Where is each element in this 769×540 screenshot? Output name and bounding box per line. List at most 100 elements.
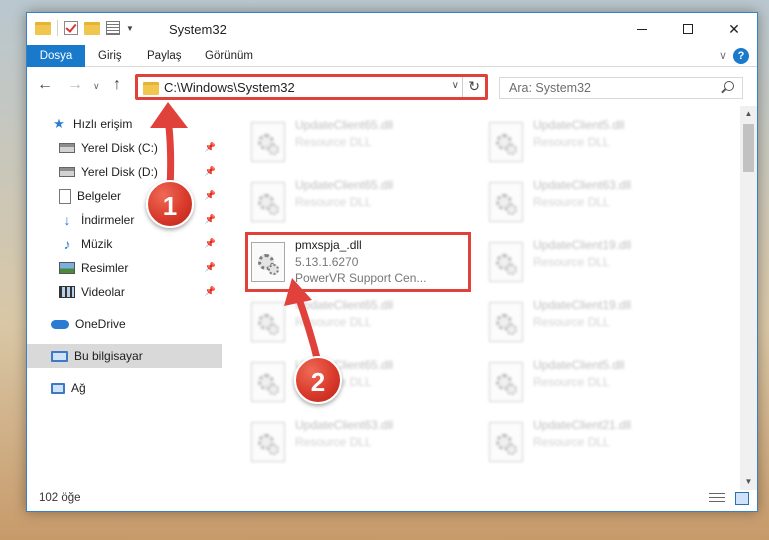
window-title: System32 [169, 22, 227, 37]
new-folder-icon[interactable] [84, 21, 100, 35]
file-item[interactable]: UpdateClient65.dll Resource DLL [247, 294, 473, 350]
up-arrow-icon[interactable]: ↑ [113, 76, 121, 94]
sidebar-item-pictures[interactable]: Resimler 📌 [59, 256, 222, 280]
navigation-pane: ★ Hızlı erişim Yerel Disk (C:) 📌 Yerel D… [27, 106, 222, 490]
sidebar-item-label: Müzik [81, 237, 113, 251]
file-item[interactable]: UpdateClient19.dll Resource DLL [485, 294, 711, 350]
search-placeholder[interactable]: Ara: System32 [509, 81, 591, 95]
gear-icon [506, 204, 517, 215]
rename-icon[interactable] [106, 21, 120, 35]
sidebar-item-documents[interactable]: Belgeler 📌 [59, 184, 222, 208]
dll-file-icon [489, 182, 523, 222]
vertical-scrollbar[interactable]: ▲ ▼ [740, 106, 757, 490]
refresh-icon[interactable]: ↻ [468, 78, 480, 95]
sidebar-item-videos[interactable]: Videolar 📌 [59, 280, 222, 304]
sidebar-item-label: Hızlı erişim [73, 117, 133, 131]
file-type: Resource DLL [533, 315, 610, 329]
dll-file-icon [251, 182, 285, 222]
sidebar-item-disk-c[interactable]: Yerel Disk (C:) 📌 [59, 136, 222, 160]
recent-locations-chevron-icon[interactable]: ∨ [93, 81, 100, 92]
dll-file-icon [251, 302, 285, 342]
gear-icon [268, 144, 279, 155]
pin-icon[interactable]: 📌 [205, 286, 216, 297]
scroll-up-icon[interactable]: ▲ [740, 106, 757, 122]
tab-view[interactable]: Görünüm [205, 45, 253, 67]
dll-file-icon [489, 122, 523, 162]
dll-file-icon [489, 362, 523, 402]
gear-icon [506, 324, 517, 335]
file-item[interactable]: UpdateClient63.dll Resource DLL [485, 174, 711, 230]
sidebar-item-this-pc[interactable]: Bu bilgisayar [27, 344, 222, 368]
file-type: Resource DLL [295, 435, 372, 449]
file-type: Resource DLL [295, 135, 372, 149]
highlight-box [245, 232, 471, 292]
pin-icon[interactable]: 📌 [205, 214, 216, 225]
sidebar-item-label: Yerel Disk (D:) [81, 165, 158, 179]
sidebar-item-network[interactable]: Ağ [51, 376, 222, 400]
file-item[interactable]: UpdateClient5.dll Resource DLL [485, 354, 711, 410]
sidebar-item-label: Belgeler [77, 189, 122, 203]
forward-arrow-icon[interactable]: → [67, 76, 83, 94]
search-icon[interactable] [724, 81, 734, 91]
address-path[interactable]: C:\Windows\System32 [164, 80, 295, 95]
sidebar-item-downloads[interactable]: ↓ İndirmeler 📌 [59, 208, 222, 232]
step-2-badge: 2 [294, 356, 342, 404]
close-icon: ✕ [728, 20, 740, 37]
pin-icon[interactable]: 📌 [205, 166, 216, 177]
expand-ribbon-chevron-icon[interactable]: ∨ [719, 49, 727, 62]
computer-icon [51, 350, 68, 362]
file-item[interactable]: UpdateClient21.dll Resource DLL [485, 414, 711, 470]
minimize-button[interactable] [619, 13, 665, 45]
address-dropdown-chevron-icon[interactable]: ∨ [452, 80, 459, 91]
search-box[interactable]: Ara: System32 [499, 77, 743, 99]
dll-file-icon [489, 302, 523, 342]
sidebar-item-label: Videolar [81, 285, 125, 299]
file-type: Resource DLL [533, 255, 610, 269]
gear-icon [506, 444, 517, 455]
large-icons-view-icon[interactable] [735, 492, 749, 505]
explorer-window: ▼ System32 ✕ Dosya Giriş Paylaş Görünüm … [26, 12, 758, 512]
pictures-icon [59, 262, 75, 274]
music-icon: ♪ [63, 236, 71, 252]
minimize-icon [637, 28, 647, 30]
details-view-icon[interactable] [709, 493, 725, 505]
maximize-icon [683, 24, 693, 34]
file-item[interactable]: UpdateClient5.dll Resource DLL [485, 114, 711, 170]
pin-icon[interactable]: 📌 [205, 262, 216, 273]
tab-home[interactable]: Giriş [98, 45, 122, 67]
sidebar-item-onedrive[interactable]: OneDrive [51, 312, 222, 336]
dll-file-icon [251, 362, 285, 402]
file-type: Resource DLL [533, 135, 610, 149]
sidebar-item-label: Yerel Disk (C:) [81, 141, 158, 155]
sidebar-item-label: Bu bilgisayar [74, 349, 143, 363]
pin-icon[interactable]: 📌 [205, 190, 216, 201]
sidebar-item-label: Ağ [71, 381, 86, 395]
file-name: UpdateClient63.dll [295, 418, 394, 432]
sidebar-item-music[interactable]: ♪ Müzik 📌 [59, 232, 222, 256]
item-count: 102 öğe [39, 492, 81, 504]
help-icon[interactable]: ? [733, 48, 749, 64]
file-item[interactable]: UpdateClient19.dll Resource DLL [485, 234, 711, 290]
sidebar-item-disk-d[interactable]: Yerel Disk (D:) 📌 [59, 160, 222, 184]
pin-icon[interactable]: 📌 [205, 238, 216, 249]
tab-share[interactable]: Paylaş [147, 45, 182, 67]
gear-icon [268, 384, 279, 395]
file-item[interactable]: UpdateClient65.dll Resource DLL [247, 114, 473, 170]
dll-file-icon [489, 242, 523, 282]
address-bar[interactable]: C:\Windows\System32 ∨ ↻ [135, 74, 488, 100]
customize-toolbar-chevron-icon[interactable]: ▼ [126, 24, 134, 33]
scroll-thumb[interactable] [743, 124, 754, 172]
sidebar-item-quick-access[interactable]: ★ Hızlı erişim [51, 112, 222, 136]
file-item[interactable]: UpdateClient65.dll Resource DLL [247, 354, 473, 410]
close-button[interactable]: ✕ [711, 13, 757, 45]
properties-check-icon[interactable] [64, 21, 78, 35]
file-item[interactable]: UpdateClient65.dll Resource DLL [247, 174, 473, 230]
dll-file-icon [251, 422, 285, 462]
pin-icon[interactable]: 📌 [205, 142, 216, 153]
file-item[interactable]: UpdateClient63.dll Resource DLL [247, 414, 473, 470]
maximize-button[interactable] [665, 13, 711, 45]
tab-file[interactable]: Dosya [27, 45, 85, 67]
sidebar-item-label: OneDrive [75, 317, 126, 331]
back-arrow-icon[interactable]: ← [37, 76, 53, 94]
sidebar-item-label: Resimler [81, 261, 129, 275]
